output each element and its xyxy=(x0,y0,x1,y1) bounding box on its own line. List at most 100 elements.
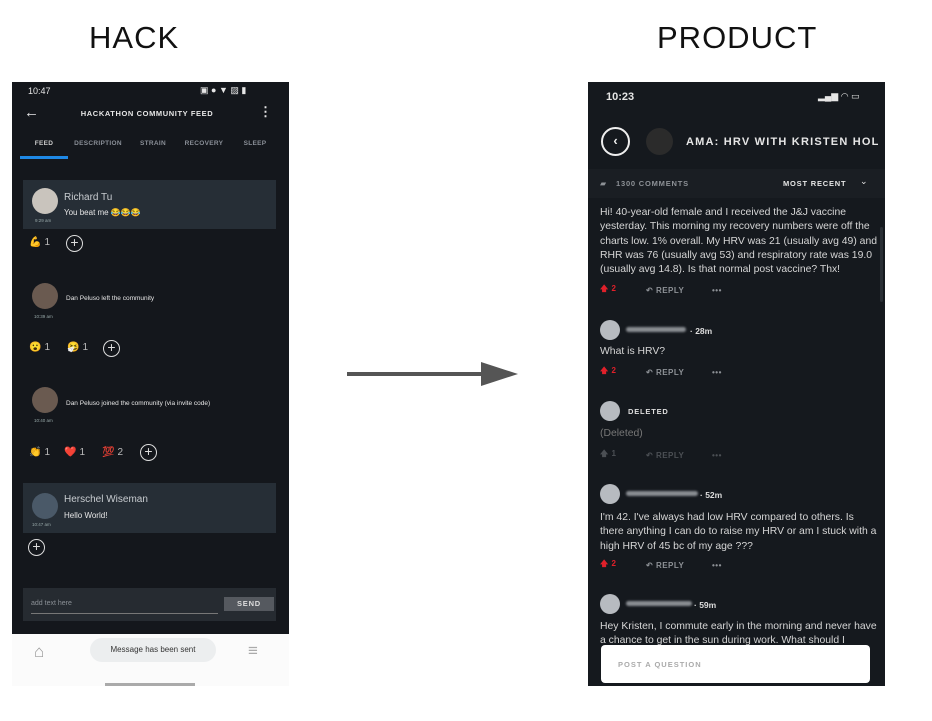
comment-age: · 59m xyxy=(694,600,717,610)
timestamp: 10:47 am xyxy=(32,522,51,527)
comment-text: (Deleted) xyxy=(600,428,643,439)
tab-description[interactable]: DESCRIPTION xyxy=(74,140,122,147)
comment-actions: 🡅 2 ↶ REPLY ••• xyxy=(600,365,722,379)
post-question-input[interactable]: POST A QUESTION xyxy=(601,645,870,683)
upvote-button[interactable]: 🡅 2 xyxy=(600,283,646,297)
hack-screenshot: 10:47 ▣ ● ▼ ▨ ▮ ← HACKATHON COMMUNITY FE… xyxy=(12,82,289,686)
feed-item: 10:47 am Herschel Wiseman Hello World! xyxy=(23,483,276,533)
comment-age: · 52m xyxy=(700,490,723,500)
feed-item: 9:29 am Richard Tu You beat me 😂😂😂 xyxy=(23,180,276,229)
send-button[interactable]: SEND xyxy=(224,597,274,611)
reply-button[interactable]: ↶ REPLY xyxy=(646,368,712,377)
more-icon[interactable]: ••• xyxy=(712,561,722,570)
upvote-button[interactable]: 🡅 1 xyxy=(600,448,646,462)
comment-text: I'm 42. I've always had low HRV compared… xyxy=(600,512,877,552)
comment-text: Hi! 40-year-old female and I received th… xyxy=(600,207,878,276)
bottom-nav: ⌂ ≡ Message has been sent xyxy=(12,634,289,686)
kebab-menu-icon[interactable]: ⋮ xyxy=(259,104,272,120)
more-icon[interactable]: ••• xyxy=(712,368,722,377)
message-composer: add text here SEND xyxy=(23,588,276,621)
status-icons: ▂▄▆ ◠ ▭ xyxy=(818,91,860,101)
message: Dan Peluso joined the community (via inv… xyxy=(66,400,211,407)
reaction[interactable]: 💯 2 xyxy=(102,447,123,458)
author-name: Richard Tu xyxy=(64,192,113,203)
comment-icon: ▰ xyxy=(600,179,607,188)
comment-age: · 28m xyxy=(690,326,713,336)
message: Hello World! xyxy=(64,511,108,520)
reaction-count: 1 xyxy=(44,447,51,458)
post-question-placeholder: POST A QUESTION xyxy=(618,660,702,669)
comments-count: 1300 COMMENTS xyxy=(616,179,689,188)
product-screenshot: 10:23 ▂▄▆ ◠ ▭ ‹ AMA: HRV WITH KRISTEN HO… xyxy=(588,82,885,686)
reply-button[interactable]: ↶ REPLY xyxy=(646,286,712,295)
hamburger-menu-icon[interactable]: ≡ xyxy=(248,641,258,661)
reaction-emoji: 👏 xyxy=(29,447,42,458)
status-time: 10:47 xyxy=(28,86,51,96)
add-reaction-button[interactable]: + xyxy=(28,539,45,556)
reply-button[interactable]: ↶ REPLY xyxy=(646,451,712,460)
status-time: 10:23 xyxy=(606,91,635,103)
reaction-emoji: ❤️ xyxy=(64,447,77,458)
reaction-count: 1 xyxy=(79,447,86,458)
sort-dropdown[interactable]: MOST RECENT xyxy=(783,179,846,188)
reaction[interactable]: 👏 1 xyxy=(29,447,50,458)
reaction-count: 1 xyxy=(82,342,89,353)
add-reaction-button[interactable]: + xyxy=(103,340,120,357)
hack-label: HACK xyxy=(89,20,180,55)
message-input[interactable]: add text here xyxy=(31,600,72,607)
page-title: AMA: HRV WITH KRISTEN HOL xyxy=(686,136,880,148)
reaction-count: 1 xyxy=(44,237,51,248)
redacted-name xyxy=(626,327,686,332)
add-reaction-button[interactable]: + xyxy=(140,444,157,461)
reaction[interactable]: 😮 1 xyxy=(29,342,50,353)
toast: Message has been sent xyxy=(90,638,216,662)
avatar xyxy=(600,401,620,421)
avatar xyxy=(600,594,620,614)
avatar xyxy=(32,188,58,214)
timestamp: 9:29 am xyxy=(35,218,52,223)
active-tab-indicator xyxy=(20,156,68,159)
reaction-emoji: 🤧 xyxy=(67,342,80,353)
more-icon[interactable]: ••• xyxy=(712,451,722,460)
host-avatar xyxy=(646,128,673,155)
user-placeholder-icon xyxy=(32,493,58,519)
reaction[interactable]: 💪 1 xyxy=(29,237,50,248)
arrow-right-icon xyxy=(347,362,518,386)
comment-text: What is HRV? xyxy=(600,346,666,357)
reply-button[interactable]: ↶ REPLY xyxy=(646,561,712,570)
scrollbar[interactable] xyxy=(880,227,883,302)
back-button[interactable]: ‹ xyxy=(601,127,630,156)
avatar xyxy=(600,484,620,504)
timestamp: 10:40 am xyxy=(34,418,53,423)
reaction-count: 2 xyxy=(117,447,124,458)
upvote-button[interactable]: 🡅 2 xyxy=(600,558,646,572)
avatar xyxy=(32,283,58,309)
more-icon[interactable]: ••• xyxy=(712,286,722,295)
home-icon[interactable]: ⌂ xyxy=(34,642,44,662)
avatar xyxy=(32,387,58,413)
tab-feed[interactable]: FEED xyxy=(35,140,54,147)
tab-recovery[interactable]: RECOVERY xyxy=(185,140,224,147)
redacted-name xyxy=(626,491,698,496)
reaction-emoji: 💯 xyxy=(102,447,115,458)
comment-author: DELETED xyxy=(628,407,669,416)
tab-sleep[interactable]: SLEEP xyxy=(244,140,267,147)
reaction[interactable]: 🤧 1 xyxy=(67,342,88,353)
comments-bar: ▰ 1300 COMMENTS MOST RECENT ⌄ xyxy=(588,169,885,198)
message: Dan Peluso left the community xyxy=(66,295,155,302)
input-underline xyxy=(31,613,218,614)
reaction-emoji: 💪 xyxy=(29,237,42,248)
upvote-button[interactable]: 🡅 2 xyxy=(600,365,646,379)
reaction-count: 1 xyxy=(44,342,51,353)
page-title: HACKATHON COMMUNITY FEED xyxy=(80,109,214,118)
reaction[interactable]: ❤️ 1 xyxy=(64,447,85,458)
comment-actions: 🡅 2 ↶ REPLY ••• xyxy=(600,558,722,572)
timestamp: 10:39 am xyxy=(34,314,53,319)
chevron-down-icon[interactable]: ⌄ xyxy=(860,176,868,187)
tab-strain[interactable]: STRAIN xyxy=(140,140,166,147)
comment-actions: 🡅 2 ↶ REPLY ••• xyxy=(600,283,722,297)
reaction-emoji: 😮 xyxy=(29,342,42,353)
message: You beat me 😂😂😂 xyxy=(64,208,141,217)
avatar xyxy=(600,320,620,340)
add-reaction-button[interactable]: + xyxy=(66,235,83,252)
